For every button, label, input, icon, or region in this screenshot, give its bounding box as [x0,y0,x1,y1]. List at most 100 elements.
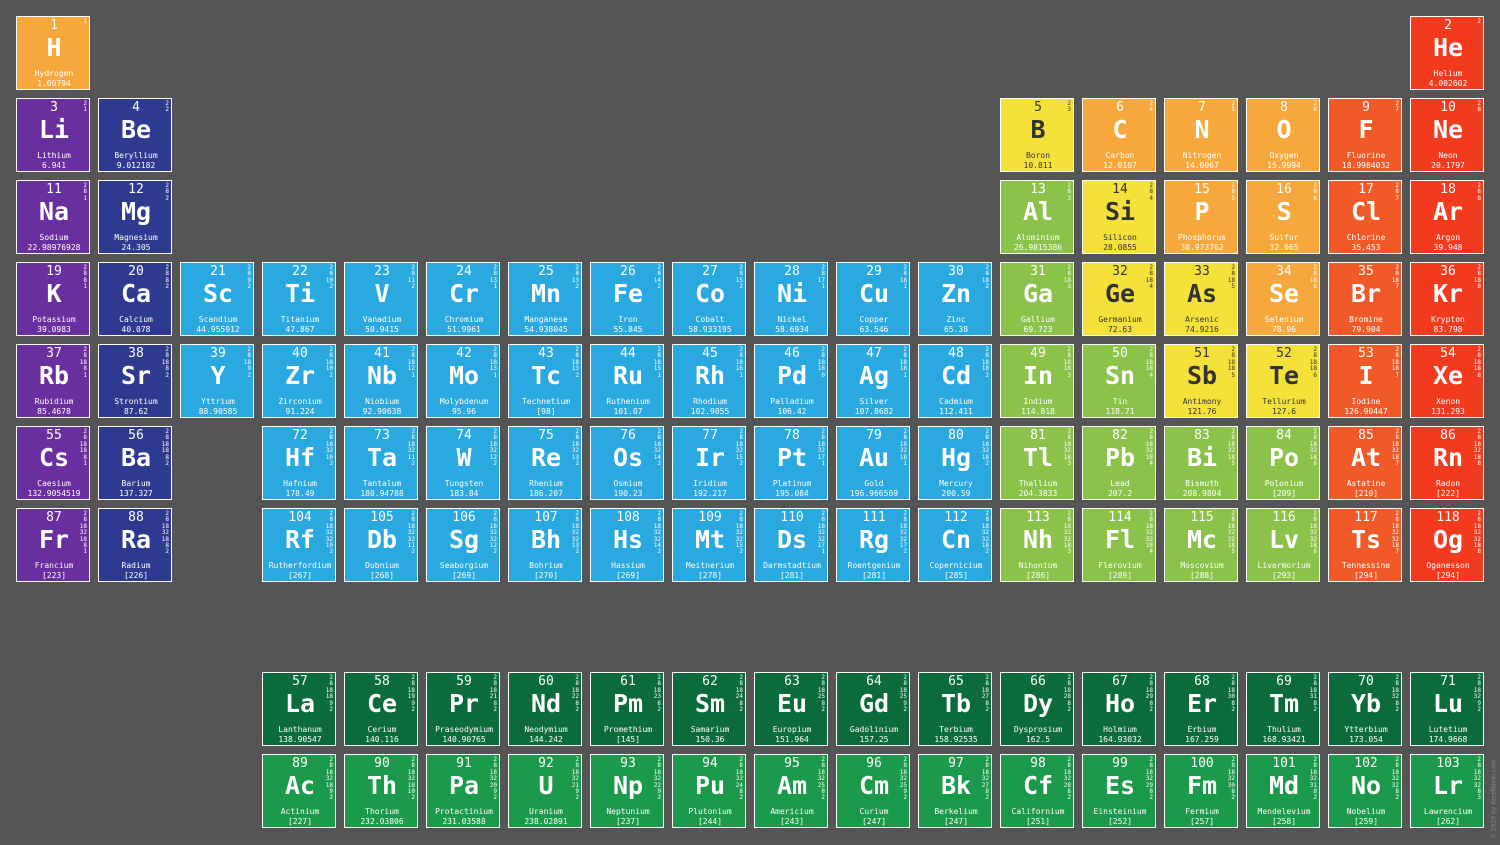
element-tile-niobium[interactable]: 41 Nb Niobium 92.90638 2 8 18 12 1 [344,344,418,418]
element-tile-germanium[interactable]: 32 Ge Germanium 72.63 2 8 18 4 [1082,262,1156,336]
element-tile-boron[interactable]: 5 B Boron 10.811 2 3 [1000,98,1074,172]
element-tile-iridium[interactable]: 77 Ir Iridium 192.217 2 8 18 32 15 2 [672,426,746,500]
element-tile-moscovium[interactable]: 115 Mc Moscovium [288] 2 8 18 32 32 18 5 [1164,508,1238,582]
element-tile-polonium[interactable]: 84 Po Polonium [209] 2 8 18 32 18 6 [1246,426,1320,500]
element-tile-livermorium[interactable]: 116 Lv Livermorium [293] 2 8 18 32 32 18 6 [1246,508,1320,582]
element-tile-rhodium[interactable]: 45 Rh Rhodium 102.9055 2 8 18 16 1 [672,344,746,418]
element-tile-thorium[interactable]: 90 Th Thorium 232.03806 2 8 18 32 18 10 2 [344,754,418,828]
element-tile-calcium[interactable]: 20 Ca Calcium 40.078 2 8 8 2 [98,262,172,336]
element-tile-aluminium[interactable]: 13 Al Aluminium 26.9815386 2 8 3 [1000,180,1074,254]
element-tile-oxygen[interactable]: 8 O Oxygen 15.9994 2 6 [1246,98,1320,172]
element-tile-radium[interactable]: 88 Ra Radium [226] 2 8 18 32 18 8 2 [98,508,172,582]
element-tile-fermium[interactable]: 100 Fm Fermium [257] 2 8 18 32 30 8 2 [1164,754,1238,828]
element-tile-molybdenum[interactable]: 42 Mo Molybdenum 95.96 2 8 18 13 1 [426,344,500,418]
element-tile-tellurium[interactable]: 52 Te Tellurium 127.6 2 8 18 18 6 [1246,344,1320,418]
element-tile-tin[interactable]: 50 Sn Tin 118.71 2 8 18 18 4 [1082,344,1156,418]
element-tile-beryllium[interactable]: 4 Be Beryllium 9.012182 2 2 [98,98,172,172]
element-tile-flerovium[interactable]: 114 Fl Flerovium [289] 2 8 18 32 32 18 4 [1082,508,1156,582]
element-tile-nitrogen[interactable]: 7 N Nitrogen 14.0067 2 5 [1164,98,1238,172]
element-tile-hydrogen[interactable]: 1 H Hydrogen 1.00794 1 [16,16,90,90]
element-tile-nobelium[interactable]: 102 No Nobelium [259] 2 8 18 32 32 8 2 [1328,754,1402,828]
element-tile-potassium[interactable]: 19 K Potassium 39.0983 2 8 8 1 [16,262,90,336]
element-tile-argon[interactable]: 18 Ar Argon 39.948 2 8 8 [1410,180,1484,254]
element-tile-astatine[interactable]: 85 At Astatine [210] 2 8 18 32 18 7 [1328,426,1402,500]
element-tile-krypton[interactable]: 36 Kr Krypton 83.798 2 8 18 8 [1410,262,1484,336]
element-tile-dysprosium[interactable]: 66 Dy Dysprosium 162.5 2 8 18 28 8 2 [1000,672,1074,746]
element-tile-cerium[interactable]: 58 Ce Cerium 140.116 2 8 18 19 9 2 [344,672,418,746]
element-tile-mercury[interactable]: 80 Hg Mercury 200.59 2 8 18 32 18 2 [918,426,992,500]
element-tile-oganesson[interactable]: 118 Og Oganesson [294] 2 8 18 32 32 18 8 [1410,508,1484,582]
element-tile-tungsten[interactable]: 74 W Tungsten 183.84 2 8 18 32 12 2 [426,426,500,500]
element-tile-tennessine[interactable]: 117 Ts Tennessine [294] 2 8 18 32 32 18 7 [1328,508,1402,582]
element-tile-chlorine[interactable]: 17 Cl Chlorine 35.453 2 8 7 [1328,180,1402,254]
element-tile-titanium[interactable]: 22 Ti Titanium 47.867 2 8 10 2 [262,262,336,336]
element-tile-thallium[interactable]: 81 Tl Thallium 204.3833 2 8 18 32 18 3 [1000,426,1074,500]
element-tile-vanadium[interactable]: 23 V Vanadium 50.9415 2 8 11 2 [344,262,418,336]
element-tile-xenon[interactable]: 54 Xe Xenon 131.293 2 8 18 18 8 [1410,344,1484,418]
element-tile-antimony[interactable]: 51 Sb Antimony 121.76 2 8 18 18 5 [1164,344,1238,418]
element-tile-silver[interactable]: 47 Ag Silver 107.8682 2 8 18 18 1 [836,344,910,418]
element-tile-arsenic[interactable]: 33 As Arsenic 74.9216 2 8 18 5 [1164,262,1238,336]
element-tile-actinium[interactable]: 89 Ac Actinium [227] 2 8 18 32 18 9 2 [262,754,336,828]
element-tile-copper[interactable]: 29 Cu Copper 63.546 2 8 18 1 [836,262,910,336]
element-tile-promethium[interactable]: 61 Pm Promethium [145] 2 8 18 23 8 2 [590,672,664,746]
element-tile-europium[interactable]: 63 Eu Europium 151.964 2 8 18 25 8 2 [754,672,828,746]
element-tile-bromine[interactable]: 35 Br Bromine 79.904 2 8 18 7 [1328,262,1402,336]
element-tile-lanthanum[interactable]: 57 La Lanthanum 138.90547 2 8 18 18 9 2 [262,672,336,746]
element-tile-selenium[interactable]: 34 Se Selenium 78.96 2 8 18 6 [1246,262,1320,336]
element-tile-californium[interactable]: 98 Cf Californium [251] 2 8 18 32 28 8 2 [1000,754,1074,828]
element-tile-berkelium[interactable]: 97 Bk Berkelium [247] 2 8 18 32 27 8 2 [918,754,992,828]
element-tile-americium[interactable]: 95 Am Americium [243] 2 8 18 32 25 8 2 [754,754,828,828]
element-tile-hafnium[interactable]: 72 Hf Hafnium 178.49 2 8 18 32 10 2 [262,426,336,500]
element-tile-indium[interactable]: 49 In Indium 114.818 2 8 18 18 3 [1000,344,1074,418]
element-tile-plutonium[interactable]: 94 Pu Plutonium [244] 2 8 18 32 24 8 2 [672,754,746,828]
element-tile-gallium[interactable]: 31 Ga Gallium 69.723 2 8 18 3 [1000,262,1074,336]
element-tile-neptunium[interactable]: 93 Np Neptunium [237] 2 8 18 32 22 9 2 [590,754,664,828]
element-tile-dubnium[interactable]: 105 Db Dubnium [268] 2 8 18 32 32 11 2 [344,508,418,582]
element-tile-copernicium[interactable]: 112 Cn Copernicium [285] 2 8 18 32 32 18 2 [918,508,992,582]
element-tile-tantalum[interactable]: 73 Ta Tantalum 180.94788 2 8 18 32 11 2 [344,426,418,500]
element-tile-magnesium[interactable]: 12 Mg Magnesium 24.305 2 8 2 [98,180,172,254]
element-tile-sodium[interactable]: 11 Na Sodium 22.98976928 2 8 1 [16,180,90,254]
element-tile-bohrium[interactable]: 107 Bh Bohrium [270] 2 8 18 32 32 13 2 [508,508,582,582]
element-tile-manganese[interactable]: 25 Mn Manganese 54.938045 2 8 13 2 [508,262,582,336]
element-tile-darmstadtium[interactable]: 110 Ds Darmstadtium [281] 2 8 18 32 32 17 1 [754,508,828,582]
element-tile-caesium[interactable]: 55 Cs Caesium 132.9054519 2 8 18 18 8 1 [16,426,90,500]
element-tile-carbon[interactable]: 6 C Carbon 12.0107 2 4 [1082,98,1156,172]
element-tile-gadolinium[interactable]: 64 Gd Gadolinium 157.25 2 8 18 25 9 2 [836,672,910,746]
element-tile-iron[interactable]: 26 Fe Iron 55.845 2 8 14 2 [590,262,664,336]
element-tile-neodymium[interactable]: 60 Nd Neodymium 144.242 2 8 18 22 8 2 [508,672,582,746]
element-tile-cobalt[interactable]: 27 Co Cobalt 58.933195 2 8 15 2 [672,262,746,336]
element-tile-seaborgium[interactable]: 106 Sg Seaborgium [269] 2 8 18 32 32 12 2 [426,508,500,582]
element-tile-nickel[interactable]: 28 Ni Nickel 58.6934 2 8 17 1 [754,262,828,336]
element-tile-einsteinium[interactable]: 99 Es Einsteinium [252] 2 8 18 32 29 8 2 [1082,754,1156,828]
element-tile-rutherfordium[interactable]: 104 Rf Rutherfordium [267] 2 8 18 32 32 10 2 [262,508,336,582]
element-tile-fluorine[interactable]: 9 F Fluorine 18.9984032 2 7 [1328,98,1402,172]
element-tile-sulfur[interactable]: 16 S Sulfur 32.065 2 8 6 [1246,180,1320,254]
element-tile-holmium[interactable]: 67 Ho Holmium 164.93032 2 8 18 29 8 2 [1082,672,1156,746]
element-tile-francium[interactable]: 87 Fr Francium [223] 2 8 18 32 18 8 1 [16,508,90,582]
element-tile-curium[interactable]: 96 Cm Curium [247] 2 8 18 32 25 9 2 [836,754,910,828]
element-tile-chromium[interactable]: 24 Cr Chromium 51.9961 2 8 13 1 [426,262,500,336]
element-tile-cadmium[interactable]: 48 Cd Cadmium 112.411 2 8 18 18 2 [918,344,992,418]
element-tile-terbium[interactable]: 65 Tb Terbium 158.92535 2 8 18 27 8 2 [918,672,992,746]
element-tile-phosphorus[interactable]: 15 P Phosphorus 30.973762 2 8 5 [1164,180,1238,254]
element-tile-thulium[interactable]: 69 Tm Thulium 168.93421 2 8 18 31 8 2 [1246,672,1320,746]
element-tile-lutetium[interactable]: 71 Lu Lutetium 174.9668 2 8 18 32 9 2 [1410,672,1484,746]
element-tile-lithium[interactable]: 3 Li Lithium 6.941 2 1 [16,98,90,172]
element-tile-ruthenium[interactable]: 44 Ru Ruthenium 101.07 2 8 18 15 1 [590,344,664,418]
element-tile-mendelevium[interactable]: 101 Md Mendelevium [258] 2 8 18 32 31 8 2 [1246,754,1320,828]
element-tile-samarium[interactable]: 62 Sm Samarium 150.36 2 8 18 24 8 2 [672,672,746,746]
element-tile-zirconium[interactable]: 40 Zr Zirconium 91.224 2 8 18 10 2 [262,344,336,418]
element-tile-ytterbium[interactable]: 70 Yb Ytterbium 173.054 2 8 18 32 8 2 [1328,672,1402,746]
element-tile-gold[interactable]: 79 Au Gold 196.966569 2 8 18 32 18 1 [836,426,910,500]
element-tile-praseodymium[interactable]: 59 Pr Praseodymium 140.90765 2 8 18 21 8 2 [426,672,500,746]
element-tile-platinum[interactable]: 78 Pt Platinum 195.084 2 8 18 32 17 1 [754,426,828,500]
element-tile-meitnerium[interactable]: 109 Mt Meitnerium [278] 2 8 18 32 32 15 2 [672,508,746,582]
element-tile-rhenium[interactable]: 75 Re Rhenium 186.207 2 8 18 32 13 2 [508,426,582,500]
element-tile-uranium[interactable]: 92 U Uranium 238.02891 2 8 18 32 21 9 2 [508,754,582,828]
element-tile-hassium[interactable]: 108 Hs Hassium [269] 2 8 18 32 32 14 2 [590,508,664,582]
element-tile-protactinium[interactable]: 91 Pa Protactinium 231.03588 2 8 18 32 20 9 … [426,754,500,828]
element-tile-radon[interactable]: 86 Rn Radon [222] 2 8 18 32 18 8 [1410,426,1484,500]
element-tile-zinc[interactable]: 30 Zn Zinc 65.38 2 8 18 2 [918,262,992,336]
